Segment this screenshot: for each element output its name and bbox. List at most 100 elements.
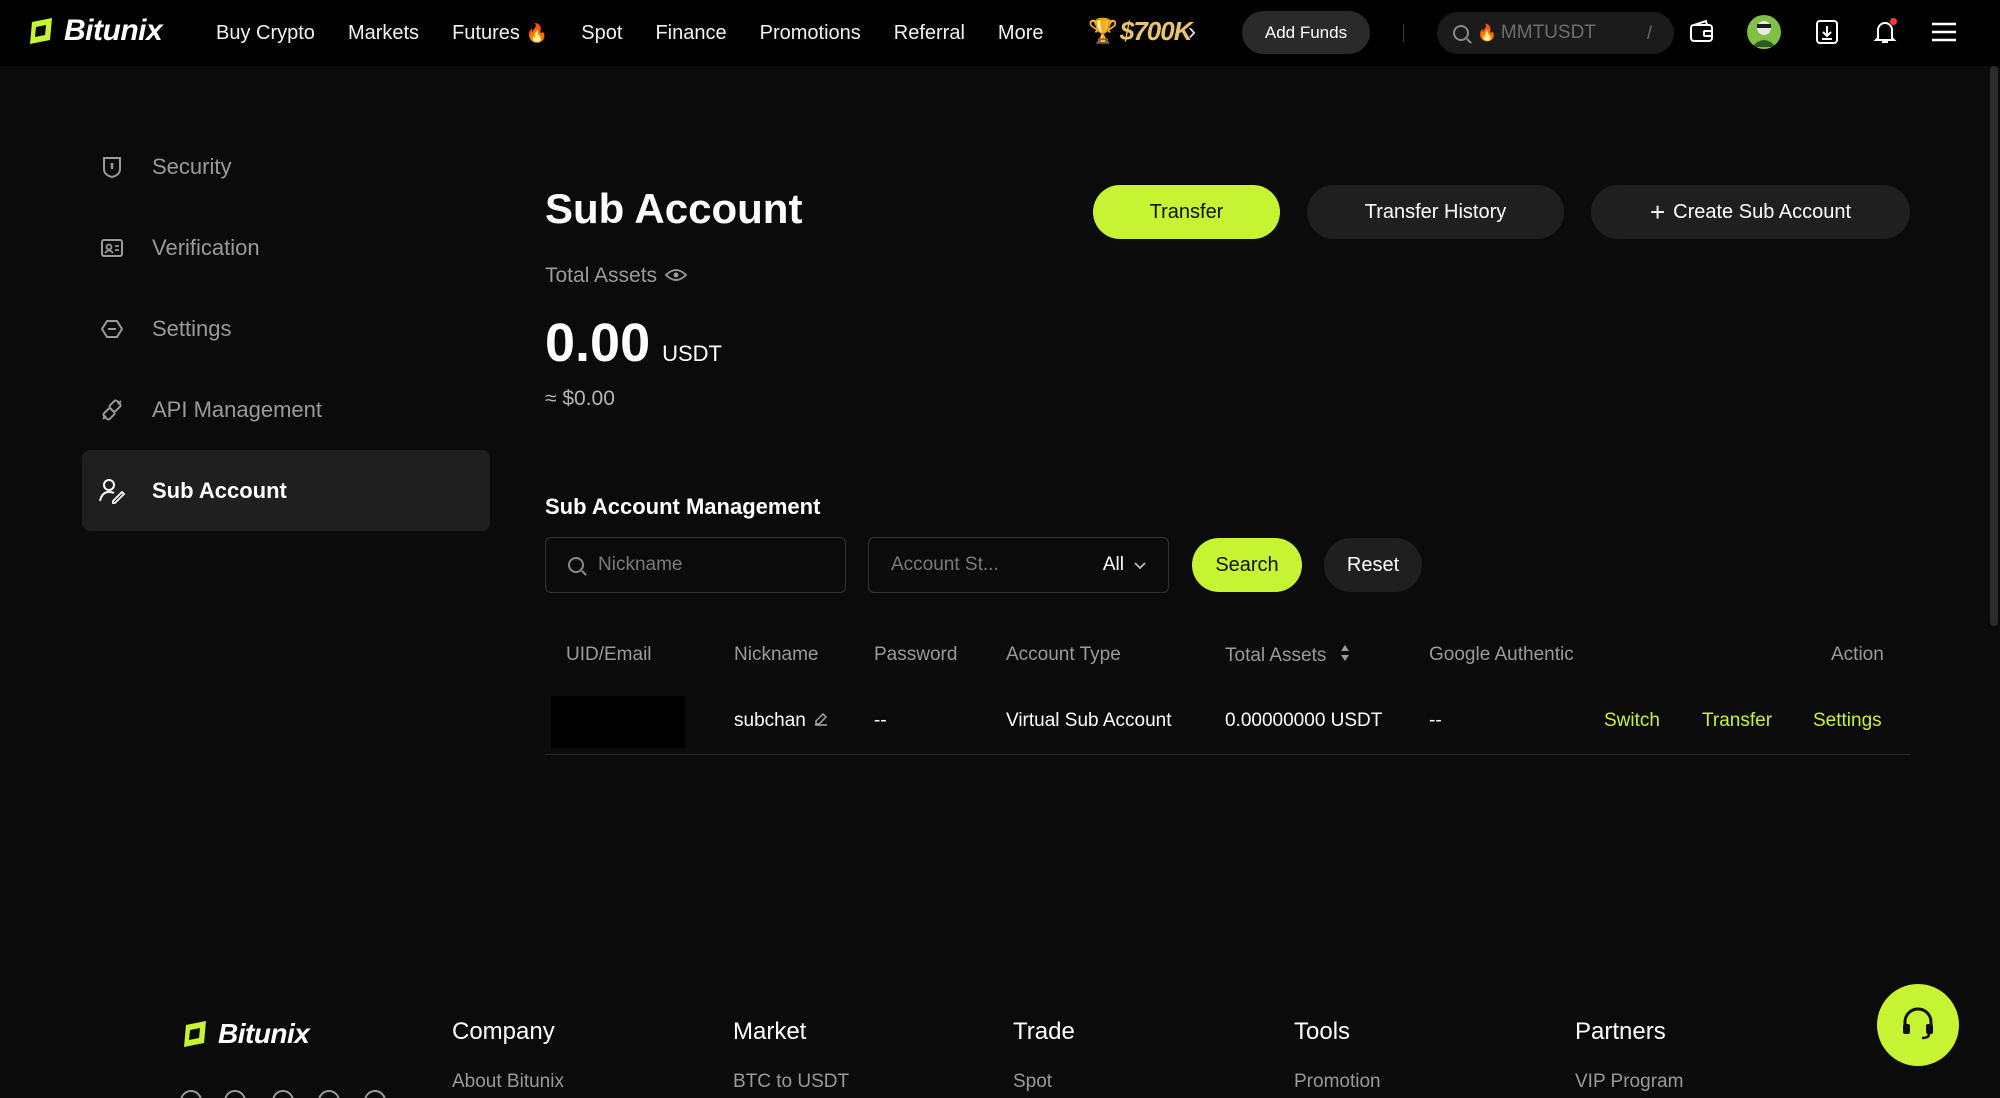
api-link-icon — [98, 396, 126, 424]
eye-icon[interactable] — [664, 264, 688, 288]
x-social-icon[interactable] — [180, 1090, 202, 1098]
footer-logo[interactable]: Bitunix — [180, 1018, 310, 1050]
avatar[interactable] — [1747, 15, 1781, 49]
top-navbar: Bitunix Buy Crypto Markets Futures 🔥 Spo… — [0, 0, 2000, 66]
bell-icon[interactable] — [1871, 18, 1899, 46]
sidebar-item-settings[interactable]: Settings — [82, 288, 490, 369]
footer-title-company: Company — [452, 1018, 555, 1045]
chevron-down-icon — [1134, 554, 1146, 576]
add-funds-button[interactable]: Add Funds — [1242, 11, 1370, 54]
brand-logo[interactable]: Bitunix — [26, 14, 163, 48]
facebook-social-icon[interactable] — [318, 1090, 340, 1098]
nav-finance[interactable]: Finance — [655, 22, 726, 45]
account-status-value: All — [1102, 554, 1124, 575]
nickname-input[interactable] — [598, 554, 818, 576]
sidebar-item-label: Settings — [152, 315, 232, 341]
sidebar-item-label: API Management — [152, 396, 322, 422]
menu-icon[interactable] — [1930, 18, 1958, 46]
footer-link-vip[interactable]: VIP Program — [1575, 1071, 1683, 1093]
sidebar-item-security[interactable]: Security — [82, 126, 490, 207]
nav-futures-label: Futures — [452, 21, 520, 44]
main-menu: Buy Crypto Markets Futures 🔥 Spot Financ… — [216, 0, 1076, 66]
account-status-placeholder: Account St... — [891, 554, 999, 575]
nav-more[interactable]: More — [998, 22, 1044, 45]
footer-link-btc-usdt[interactable]: BTC to USDT — [733, 1071, 849, 1093]
sidebar-item-sub-account[interactable]: Sub Account — [82, 450, 490, 531]
nav-spot[interactable]: Spot — [581, 22, 622, 45]
footer-title-trade: Trade — [1013, 1018, 1075, 1045]
nickname-search-field[interactable] — [545, 537, 846, 593]
table-header: UID/Email Nickname Password Account Type… — [545, 644, 1910, 672]
row-nickname: subchan — [734, 710, 828, 732]
scrollbar[interactable] — [1990, 66, 1998, 626]
row-google-auth: -- — [1429, 710, 1442, 731]
reset-button[interactable]: Reset — [1324, 538, 1422, 592]
wallet-icon[interactable] — [1688, 18, 1716, 46]
column-total-assets-label: Total Assets — [1225, 645, 1327, 666]
total-assets-value: 0.00 USDT — [545, 312, 722, 374]
sort-icon — [1340, 644, 1350, 668]
sub-account-icon — [98, 477, 126, 505]
download-icon[interactable] — [1813, 18, 1841, 46]
switch-link[interactable]: Switch — [1604, 710, 1660, 732]
column-action: Action — [1831, 644, 1884, 665]
nav-divider — [1403, 24, 1404, 42]
settings-icon — [98, 315, 126, 343]
sidebar-item-label: Security — [152, 153, 232, 179]
page-title: Sub Account — [545, 185, 803, 232]
shield-icon — [98, 153, 126, 181]
nav-buy-crypto[interactable]: Buy Crypto — [216, 22, 315, 45]
edit-icon[interactable] — [814, 710, 828, 732]
nav-promotions[interactable]: Promotions — [760, 22, 861, 45]
account-status-select[interactable]: Account St... All — [868, 537, 1169, 593]
column-account-type: Account Type — [1006, 644, 1121, 665]
sidebar-item-label: Sub Account — [152, 477, 287, 503]
search-button[interactable]: Search — [1192, 538, 1302, 592]
sidebar-item-verification[interactable]: Verification — [82, 207, 490, 288]
footer-title-market: Market — [733, 1018, 807, 1045]
column-uid-email: UID/Email — [566, 644, 652, 665]
logo-mark-icon — [180, 1021, 210, 1047]
row-settings-link[interactable]: Settings — [1813, 710, 1882, 732]
search-icon — [1453, 25, 1469, 41]
total-assets-label: Total Assets — [545, 264, 688, 288]
support-chat-button[interactable] — [1877, 984, 1959, 1066]
nav-referral[interactable]: Referral — [894, 22, 965, 45]
fire-icon: 🔥 — [525, 22, 549, 43]
column-total-assets[interactable]: Total Assets — [1225, 644, 1350, 668]
transfer-button[interactable]: Transfer — [1093, 185, 1280, 239]
transfer-history-button[interactable]: Transfer History — [1307, 185, 1564, 239]
promo-banner[interactable]: 🏆 $700K — [1088, 16, 1193, 47]
sidebar-item-api-management[interactable]: API Management — [82, 369, 490, 450]
footer-link-promotion[interactable]: Promotion — [1294, 1071, 1381, 1093]
total-assets-number: 0.00 — [545, 313, 651, 373]
reddit-social-icon[interactable] — [272, 1090, 294, 1098]
footer-link-about[interactable]: About Bitunix — [452, 1071, 564, 1093]
redacted-uid — [551, 696, 685, 748]
id-card-icon — [98, 234, 126, 262]
nav-futures[interactable]: Futures 🔥 — [452, 22, 548, 45]
total-assets-text: Total Assets — [545, 264, 658, 287]
account-status-value-wrap: All — [1103, 554, 1146, 576]
search-shortcut: / — [1646, 22, 1652, 43]
notification-dot — [1890, 18, 1897, 25]
logo-mark-icon — [26, 18, 56, 44]
row-transfer-link[interactable]: Transfer — [1702, 710, 1772, 732]
nav-markets[interactable]: Markets — [348, 22, 419, 45]
row-nickname-text: subchan — [734, 710, 806, 731]
total-assets-unit: USDT — [662, 341, 722, 366]
search-value: MMTUSDT — [1500, 22, 1596, 43]
telegram-social-icon[interactable] — [224, 1090, 246, 1098]
youtube-social-icon[interactable] — [364, 1090, 386, 1098]
chevron-right-icon[interactable]: › — [1188, 18, 1196, 46]
headset-icon — [1900, 1006, 1936, 1045]
section-title: Sub Account Management — [545, 494, 821, 519]
create-sub-account-button[interactable]: + Create Sub Account — [1591, 185, 1910, 239]
footer-link-spot[interactable]: Spot — [1013, 1071, 1052, 1093]
trophy-icon: 🏆 — [1088, 18, 1118, 45]
sidebar-item-label: Verification — [152, 234, 260, 260]
market-search-input[interactable]: 🔥 MMTUSDT / — [1437, 12, 1674, 54]
row-total-assets: 0.00000000 USDT — [1225, 710, 1383, 731]
row-password: -- — [874, 710, 887, 731]
fire-icon: 🔥 — [1477, 25, 1497, 42]
